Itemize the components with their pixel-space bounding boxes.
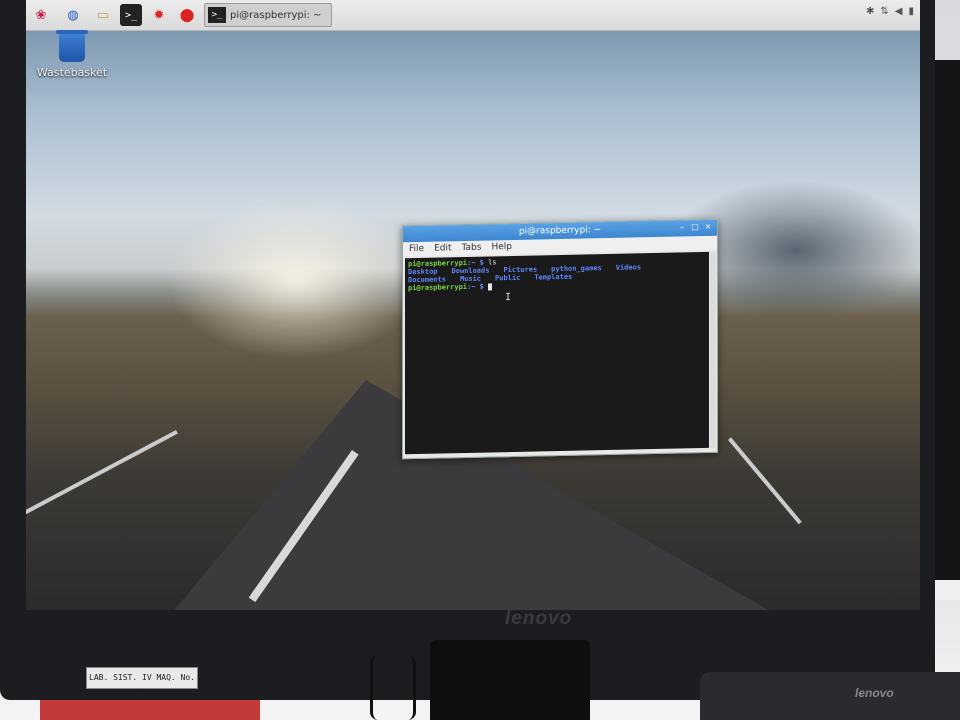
file-manager-icon[interactable]: ▭ [92, 4, 114, 26]
menu-file[interactable]: File [409, 244, 424, 254]
dir-entry: python_games [551, 264, 602, 274]
keyboard-brand-logo: lenovo [855, 686, 894, 700]
desktop-screen: ❀ ◍ ▭ >_ ✹ ⬤ >_ pi@raspberrypi: ~ ✱ ⇅ ◀ … [26, 0, 920, 610]
mathematica-icon[interactable]: ✹ [148, 4, 170, 26]
prompt-user: pi@raspberrypi [408, 282, 468, 293]
terminal-output[interactable]: pi@raspberrypi:~ $ ls Desktop Downloads … [405, 251, 709, 455]
terminal-window: pi@raspberrypi: ~ – □ × File Edit Tabs H… [402, 218, 718, 460]
monitor-cable [370, 655, 416, 720]
desktop-icon-wastebasket[interactable]: Wastebasket [34, 30, 110, 79]
maximize-icon[interactable]: □ [690, 222, 700, 232]
bluetooth-icon[interactable]: ✱ [866, 6, 874, 17]
dir-entry: Pictures [503, 265, 538, 275]
desktop-icon-label: Wastebasket [36, 66, 108, 79]
terminal-title: pi@raspberrypi: ~ [518, 225, 602, 237]
monitor-stand [430, 640, 590, 720]
menu-help[interactable]: Help [491, 242, 512, 252]
close-icon[interactable]: × [703, 222, 713, 232]
terminal-scrollbar[interactable] [710, 251, 716, 448]
cpu-icon[interactable]: ▮ [908, 6, 914, 17]
road-left-line [26, 430, 178, 533]
keyboard [700, 672, 960, 720]
taskbar: ❀ ◍ ▭ >_ ✹ ⬤ >_ pi@raspberrypi: ~ ✱ ⇅ ◀ … [26, 0, 920, 31]
web-browser-icon[interactable]: ◍ [62, 4, 84, 26]
raspberry-menu-icon[interactable]: ❀ [30, 4, 52, 26]
prompt-path: :~ $ [467, 282, 484, 291]
minimize-icon[interactable]: – [677, 222, 687, 232]
wastebasket-icon [56, 30, 88, 62]
mouse-ibeam-cursor: I [505, 292, 512, 304]
asset-sticker: LAB. SIST. IV MAQ. No. 7 [86, 667, 198, 702]
terminal-launcher-icon[interactable]: >_ [120, 4, 142, 26]
dir-entry: Public [495, 273, 521, 283]
volume-icon[interactable]: ◀ [895, 6, 903, 17]
taskbar-terminal-task[interactable]: >_ pi@raspberrypi: ~ [204, 3, 332, 27]
text-cursor [488, 282, 493, 291]
window-controls: – □ × [677, 222, 713, 233]
monitor-brand-logo: lenovo [505, 608, 573, 629]
dir-entry: Templates [534, 272, 573, 282]
menu-tabs[interactable]: Tabs [462, 243, 482, 253]
sun-glow [166, 200, 426, 360]
wolfram-icon[interactable]: ⬤ [176, 4, 198, 26]
system-tray: ✱ ⇅ ◀ ▮ [866, 6, 914, 17]
dir-entry: Videos [615, 263, 642, 272]
taskbar-task-label: pi@raspberrypi: ~ [230, 9, 322, 21]
command-text: ls [488, 258, 497, 267]
terminal-task-icon: >_ [208, 7, 226, 23]
menu-edit[interactable]: Edit [434, 243, 451, 253]
network-icon[interactable]: ⇅ [880, 6, 888, 17]
